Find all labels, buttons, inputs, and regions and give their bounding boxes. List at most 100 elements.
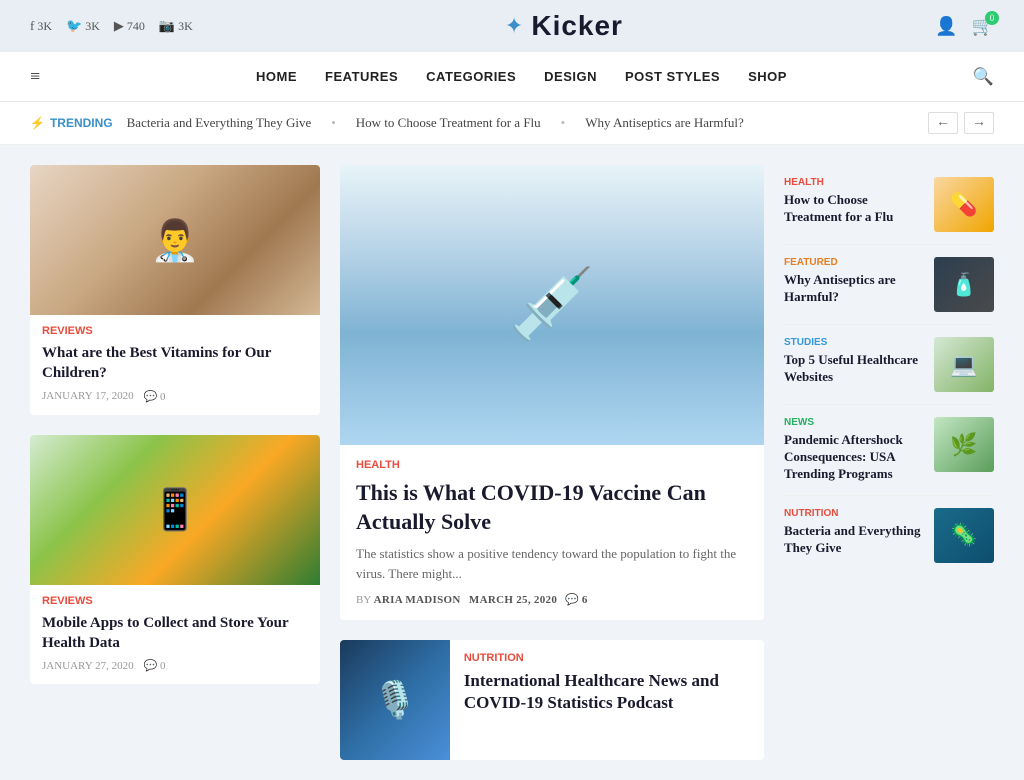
trending-item-2[interactable]: How to Choose Treatment for a Flu xyxy=(356,115,541,131)
sidebar-item-3: STUDIES Top 5 Useful Healthcare Websites… xyxy=(784,325,994,405)
featured-excerpt: The statistics show a positive tendency … xyxy=(356,544,748,583)
article-2-body: REVIEWS Mobile Apps to Collect and Store… xyxy=(30,585,320,685)
nav-bar: ≡ HOME FEATURES CATEGORIES DESIGN POST S… xyxy=(0,52,1024,102)
featured-byline: BY ARIA MADISON MARCH 25, 2020 💬 6 xyxy=(356,593,748,606)
social-twitter[interactable]: 🐦 3K xyxy=(66,18,100,34)
trending-bar: ⚡ TRENDING Bacteria and Everything They … xyxy=(0,102,1024,145)
second-article-title[interactable]: International Healthcare News and COVID-… xyxy=(464,670,750,714)
youtube-icon: ▶ xyxy=(114,18,124,34)
sidebar-item-3-thumb: 💻 xyxy=(934,337,994,392)
featured-comments: 6 xyxy=(582,594,588,606)
article-1-date: JANUARY 17, 2020 xyxy=(42,390,134,402)
user-icon[interactable]: 👤 xyxy=(935,16,957,37)
featured-title[interactable]: This is What COVID-19 Vaccine Can Actual… xyxy=(356,479,748,536)
sidebar-item-4-category: NEWS xyxy=(784,417,924,428)
article-1-image: 👨‍⚕️ xyxy=(30,165,320,315)
right-sidebar: HEALTH How to Choose Treatment for a Flu… xyxy=(784,165,994,760)
sidebar-item-1-thumb: 💊 xyxy=(934,177,994,232)
sidebar-item-5-text: NUTRITION Bacteria and Everything They G… xyxy=(784,508,924,557)
trending-items: Bacteria and Everything They Give • How … xyxy=(127,115,914,131)
nav-home[interactable]: HOME xyxy=(256,69,297,84)
second-article-category: NUTRITION xyxy=(464,652,750,664)
article-1-title[interactable]: What are the Best Vitamins for Our Child… xyxy=(42,343,308,384)
left-sidebar: 👨‍⚕️ REVIEWS What are the Best Vitamins … xyxy=(30,165,320,760)
trending-bolt-icon: ⚡ xyxy=(30,116,45,130)
sidebar-item-3-category: STUDIES xyxy=(784,337,924,348)
article-2-image: 📱 xyxy=(30,435,320,585)
second-article-image: 🎙️ xyxy=(340,640,450,760)
trending-next-button[interactable]: → xyxy=(964,112,994,134)
sidebar-item-2-category: FEATURED xyxy=(784,257,924,268)
trending-arrows: ← → xyxy=(928,112,994,134)
cart-badge: 0 xyxy=(985,11,999,25)
nav-shop[interactable]: SHOP xyxy=(748,69,787,84)
trending-item-1[interactable]: Bacteria and Everything They Give xyxy=(127,115,312,131)
article-1-meta: JANUARY 17, 2020 💬 0 xyxy=(42,390,308,403)
article-2-meta: JANUARY 27, 2020 💬 0 xyxy=(42,659,308,672)
left-article-1: 👨‍⚕️ REVIEWS What are the Best Vitamins … xyxy=(30,165,320,415)
logo-text: Kicker xyxy=(531,10,623,42)
featured-article: 💉 HEALTH This is What COVID-19 Vaccine C… xyxy=(340,165,764,620)
logo-icon: ✦ xyxy=(505,13,523,39)
twitter-icon: 🐦 xyxy=(66,18,82,34)
main-content: 👨‍⚕️ REVIEWS What are the Best Vitamins … xyxy=(0,145,1024,780)
featured-category: HEALTH xyxy=(356,459,748,471)
sidebar-item-3-title[interactable]: Top 5 Useful Healthcare Websites xyxy=(784,352,924,386)
social-links: f 3K 🐦 3K ▶ 740 📷 3K xyxy=(30,18,193,34)
article-2-category: REVIEWS xyxy=(42,595,308,607)
trending-prev-button[interactable]: ← xyxy=(928,112,958,134)
sidebar-item-5-title[interactable]: Bacteria and Everything They Give xyxy=(784,523,924,557)
sidebar-item-4-title[interactable]: Pandemic Aftershock Consequences: USA Tr… xyxy=(784,432,924,483)
sidebar-item-2: FEATURED Why Antiseptics are Harmful? 🧴 xyxy=(784,245,994,325)
sidebar-item-2-title[interactable]: Why Antiseptics are Harmful? xyxy=(784,272,924,306)
trending-dot-1: • xyxy=(331,115,336,131)
left-article-2: 📱 REVIEWS Mobile Apps to Collect and Sto… xyxy=(30,435,320,685)
twitter-count: 3K xyxy=(85,19,100,34)
search-icon[interactable]: 🔍 xyxy=(973,67,994,87)
sidebar-item-3-text: STUDIES Top 5 Useful Healthcare Websites xyxy=(784,337,924,386)
second-article-body: NUTRITION International Healthcare News … xyxy=(450,640,764,760)
second-article: 🎙️ NUTRITION International Healthcare Ne… xyxy=(340,640,764,760)
facebook-count: 3K xyxy=(37,19,52,34)
cart-icon[interactable]: 🛒 0 xyxy=(972,16,994,37)
nav-post-styles[interactable]: POST STYLES xyxy=(625,69,720,84)
facebook-icon: f xyxy=(30,18,34,34)
article-1-comments: 💬 0 xyxy=(144,390,166,403)
sidebar-item-5: NUTRITION Bacteria and Everything They G… xyxy=(784,496,994,575)
sidebar-item-1-title[interactable]: How to Choose Treatment for a Flu xyxy=(784,192,924,226)
youtube-count: 740 xyxy=(127,19,145,34)
featured-date: MARCH 25, 2020 xyxy=(469,594,557,606)
nav-design[interactable]: DESIGN xyxy=(544,69,597,84)
instagram-icon: 📷 xyxy=(159,18,175,34)
article-2-comments: 💬 0 xyxy=(144,659,166,672)
sidebar-item-1-text: HEALTH How to Choose Treatment for a Flu xyxy=(784,177,924,226)
top-bar: f 3K 🐦 3K ▶ 740 📷 3K ✦ Kicker 👤 🛒 0 xyxy=(0,0,1024,52)
article-1-body: REVIEWS What are the Best Vitamins for O… xyxy=(30,315,320,415)
trending-text: TRENDING xyxy=(50,116,113,130)
nav-features[interactable]: FEATURES xyxy=(325,69,398,84)
featured-image: 💉 xyxy=(340,165,764,445)
top-right-icons: 👤 🛒 0 xyxy=(935,16,994,37)
trending-dot-2: • xyxy=(561,115,566,131)
social-youtube[interactable]: ▶ 740 xyxy=(114,18,145,34)
logo[interactable]: ✦ Kicker xyxy=(505,10,623,42)
nav-categories[interactable]: CATEGORIES xyxy=(426,69,516,84)
article-2-title[interactable]: Mobile Apps to Collect and Store Your He… xyxy=(42,613,308,654)
article-2-date: JANUARY 27, 2020 xyxy=(42,660,134,672)
sidebar-item-4-text: NEWS Pandemic Aftershock Consequences: U… xyxy=(784,417,924,483)
hamburger-menu[interactable]: ≡ xyxy=(30,66,40,87)
social-instagram[interactable]: 📷 3K xyxy=(159,18,193,34)
trending-label: ⚡ TRENDING xyxy=(30,116,113,130)
sidebar-item-5-category: NUTRITION xyxy=(784,508,924,519)
sidebar-item-5-thumb: 🦠 xyxy=(934,508,994,563)
featured-author: ARIA MADISON xyxy=(374,594,461,606)
sidebar-item-4-thumb: 🌿 xyxy=(934,417,994,472)
sidebar-item-1: HEALTH How to Choose Treatment for a Flu… xyxy=(784,165,994,245)
instagram-count: 3K xyxy=(178,19,193,34)
social-facebook[interactable]: f 3K xyxy=(30,18,52,34)
sidebar-item-2-thumb: 🧴 xyxy=(934,257,994,312)
trending-item-3[interactable]: Why Antiseptics are Harmful? xyxy=(585,115,743,131)
article-1-category: REVIEWS xyxy=(42,325,308,337)
center-content: 💉 HEALTH This is What COVID-19 Vaccine C… xyxy=(340,165,764,760)
main-nav: HOME FEATURES CATEGORIES DESIGN POST STY… xyxy=(70,69,973,84)
